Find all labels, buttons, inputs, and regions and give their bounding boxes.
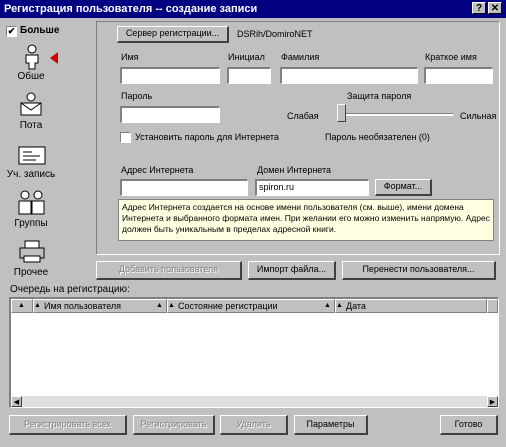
done-button[interactable]: Готово [440, 415, 498, 435]
last-name-label: Фамилия [281, 52, 320, 62]
active-indicator-icon [50, 52, 58, 64]
window-title: Регистрация пользователя -- создание зап… [4, 3, 258, 15]
scroll-right-button[interactable]: ▶ [487, 396, 498, 407]
password-field[interactable] [120, 106, 220, 123]
move-users-button[interactable]: Перенести пользователя... [342, 261, 496, 280]
internet-address-field[interactable] [120, 179, 248, 196]
protection-label: Защита пароля [347, 91, 412, 101]
more-label: Больше [20, 25, 60, 36]
internet-address-label: Адрес Интернета [121, 165, 194, 175]
scroll-left-button[interactable]: ◀ [11, 396, 22, 407]
sidebar-item-label: Обше [17, 71, 45, 82]
initials-label: Инициал [228, 52, 265, 62]
select-column-header[interactable]: ▲ [11, 299, 33, 313]
internet-domain-field[interactable]: spiron.ru [255, 179, 369, 196]
info-text: Адрес Интернета создается на основе имен… [118, 199, 494, 241]
server-name: DSRih/DomiroNET [237, 29, 313, 39]
sidebar-item-label: Пота [19, 120, 43, 131]
registration-window: Регистрация пользователя -- создание зап… [0, 0, 506, 447]
sidebar-item-general[interactable]: Обше [6, 42, 61, 84]
import-file-button[interactable]: Импорт файла... [248, 261, 336, 280]
strong-label: Сильная [460, 111, 497, 121]
help-button[interactable]: ? [472, 2, 486, 14]
queue-list[interactable]: ▲ ▲ Имя пользователя ▲ ▲ Состояние регис… [9, 297, 499, 408]
sort-arrow-icon: ▲ [336, 302, 343, 309]
sidebar-item-account[interactable]: Уч. запись [6, 142, 61, 182]
delete-button[interactable]: Удалить [220, 415, 288, 435]
server-button[interactable]: Сервер регистрации... [117, 26, 229, 43]
short-name-field[interactable] [424, 67, 493, 84]
column-header-status[interactable]: ▲ Состояние регистрации ▲ [167, 299, 335, 313]
protection-slider-track [337, 113, 453, 116]
sort-arrow-icon: ▲ [168, 302, 175, 309]
title-bar[interactable]: Регистрация пользователя -- создание зап… [0, 0, 506, 18]
column-header-label: Имя пользователя [44, 301, 122, 311]
register-all-button[interactable]: Регистрировать всех [9, 415, 127, 435]
sidebar-item-groups[interactable]: Группы [6, 190, 61, 232]
add-user-button[interactable]: Добавить пользователя [96, 261, 242, 280]
horizontal-scrollbar[interactable]: ◀ ▶ [11, 396, 498, 407]
password-required-label: Пароль необязателен (0) [325, 132, 430, 142]
first-name-field[interactable] [120, 67, 220, 84]
password-label: Пароль [121, 91, 153, 101]
sort-arrow-icon: ▲ [34, 302, 41, 309]
sidebar-item-label: Уч. запись [6, 169, 56, 180]
sort-arrow-icon: ▲ [156, 302, 163, 309]
sort-arrow-icon: ▲ [18, 302, 25, 309]
first-name-label: Имя [121, 52, 139, 62]
person-icon [25, 44, 39, 70]
column-header-filler [487, 299, 498, 313]
sidebar: ✔ Больше Обше Пота Уч. запись Группы Про… [6, 24, 96, 282]
sidebar-item-label: Группы [14, 218, 48, 229]
internet-domain-label: Домен Интернета [257, 165, 332, 175]
printer-icon [19, 240, 45, 263]
more-checkbox[interactable]: ✔ [6, 26, 17, 37]
sidebar-item-label: Прочее [13, 267, 49, 278]
group-icon [18, 190, 45, 215]
form-panel: Сервер регистрации... DSRih/DomiroNET Им… [96, 21, 500, 255]
column-header-label: Состояние регистрации [178, 301, 278, 311]
options-button[interactable]: Параметры [294, 415, 368, 435]
column-header-label: Дата [346, 301, 366, 311]
close-button[interactable]: ✕ [488, 2, 502, 14]
queue-label: Очередь на регистрацию: [10, 284, 130, 295]
format-button[interactable]: Формат... [375, 179, 432, 196]
mail-icon [20, 92, 42, 116]
id-card-icon [18, 146, 46, 165]
last-name-field[interactable] [280, 67, 418, 84]
internet-password-checkbox[interactable] [120, 132, 131, 143]
column-header-date[interactable]: ▲ Дата [335, 299, 487, 313]
protection-slider-thumb[interactable] [337, 104, 346, 122]
register-button[interactable]: Регистрировать [133, 415, 215, 435]
internet-password-label: Установить пароль для Интернета [135, 132, 279, 142]
short-name-label: Краткое имя [425, 52, 477, 62]
sort-arrow-icon: ▲ [324, 302, 331, 309]
weak-label: Слабая [287, 111, 319, 121]
initials-field[interactable] [227, 67, 271, 84]
sidebar-item-mail[interactable]: Пота [6, 92, 61, 132]
sidebar-item-other[interactable]: Прочее [6, 238, 61, 280]
column-header-username[interactable]: ▲ Имя пользователя ▲ [33, 299, 167, 313]
